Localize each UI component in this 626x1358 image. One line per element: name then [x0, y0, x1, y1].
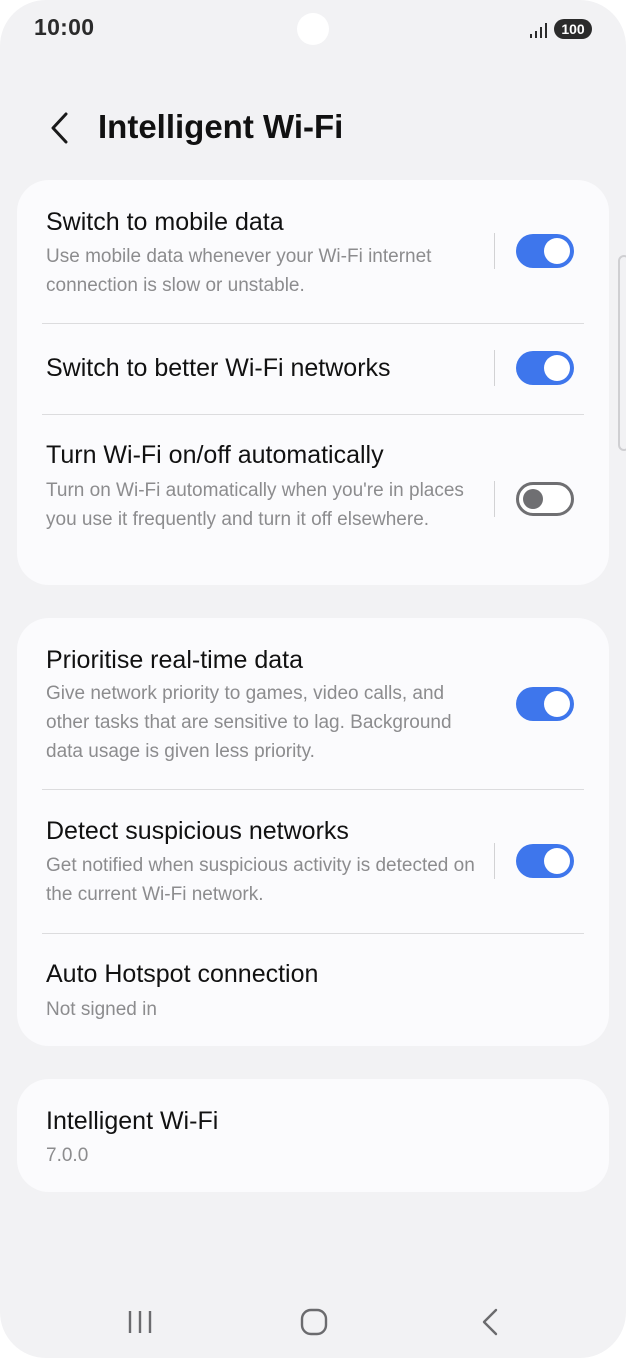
signal-bars-icon	[530, 23, 547, 38]
about-version: 7.0.0	[46, 1145, 89, 1166]
setting-detect-suspicious-networks[interactable]: Detect suspicious networks Get notified …	[17, 790, 609, 934]
wifi-auto-toggle[interactable]	[516, 482, 574, 516]
setting-title: Switch to mobile data	[46, 208, 284, 236]
back-icon	[482, 1308, 498, 1336]
toggle-knob	[523, 489, 543, 509]
home-button[interactable]	[284, 1300, 344, 1344]
divider	[494, 843, 495, 879]
setting-description: Use mobile data whenever your Wi-Fi inte…	[46, 246, 432, 296]
real-time-data-toggle[interactable]	[516, 687, 574, 721]
edge-panel-handle[interactable]	[618, 255, 626, 451]
battery-indicator: 100	[554, 19, 592, 39]
about-card[interactable]: Intelligent Wi-Fi 7.0.0	[17, 1079, 609, 1192]
setting-title: Detect suspicious networks	[46, 817, 349, 845]
toggle-knob	[544, 848, 570, 874]
toggle-knob	[544, 238, 570, 264]
home-icon	[300, 1308, 328, 1336]
chevron-left-icon	[51, 112, 68, 144]
recents-icon	[128, 1311, 152, 1333]
setting-description: Get notified when suspicious activity is…	[46, 855, 475, 905]
setting-prioritise-real-time-data[interactable]: Prioritise real-time data Give network p…	[17, 618, 609, 790]
setting-switch-to-mobile-data[interactable]: Switch to mobile data Use mobile data wh…	[17, 180, 609, 324]
status-time: 10:00	[34, 14, 95, 40]
settings-card-network: Prioritise real-time data Give network p…	[17, 618, 609, 1046]
front-camera	[297, 13, 329, 45]
settings-card-connection: Switch to mobile data Use mobile data wh…	[17, 180, 609, 585]
setting-title: Auto Hotspot connection	[46, 960, 319, 988]
setting-title: Prioritise real-time data	[46, 646, 304, 674]
toggle-knob	[544, 355, 570, 381]
setting-title: Turn Wi-Fi on/off automatically	[46, 441, 384, 469]
better-wifi-toggle[interactable]	[516, 351, 574, 385]
divider	[494, 481, 495, 517]
nav-back-button[interactable]	[460, 1300, 520, 1344]
setting-auto-hotspot-connection[interactable]: Auto Hotspot connection Not signed in	[17, 934, 609, 1046]
suspicious-networks-toggle[interactable]	[516, 844, 574, 878]
setting-title: Switch to better Wi-Fi networks	[46, 354, 391, 382]
divider	[494, 350, 495, 386]
mobile-data-toggle[interactable]	[516, 234, 574, 268]
setting-description: Not signed in	[46, 999, 157, 1020]
setting-description: Turn on Wi-Fi automatically when you're …	[46, 480, 464, 530]
phone-screen: 10:00 100 Intelligent Wi-Fi Switch to mo…	[0, 0, 626, 1358]
setting-wifi-on-off-auto[interactable]: Turn Wi-Fi on/off automatically Turn on …	[17, 415, 609, 585]
back-button[interactable]	[40, 106, 80, 150]
toggle-knob	[544, 691, 570, 717]
about-title: Intelligent Wi-Fi	[46, 1107, 219, 1135]
page-title: Intelligent Wi-Fi	[98, 108, 344, 145]
setting-switch-to-better-wifi[interactable]: Switch to better Wi-Fi networks	[17, 324, 609, 415]
setting-description: Give network priority to games, video ca…	[46, 683, 452, 762]
recents-button[interactable]	[110, 1300, 170, 1344]
divider	[494, 233, 495, 269]
